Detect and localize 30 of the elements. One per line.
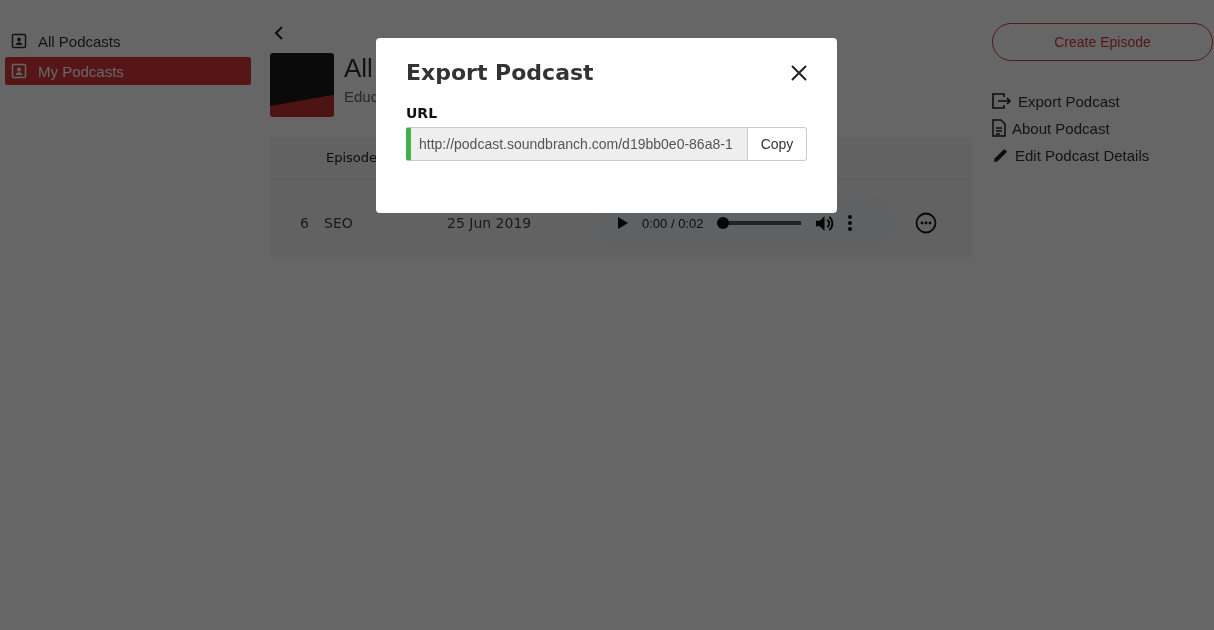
podcast-cover-picture xyxy=(270,53,334,117)
volume-icon[interactable] xyxy=(815,214,835,232)
export-icon xyxy=(992,93,1012,109)
create-episode-button[interactable]: Create Episode xyxy=(992,23,1213,61)
field-label: URL xyxy=(406,105,439,121)
progress-thumb[interactable] xyxy=(717,217,730,229)
sidebar-item[interactable]: All Podcasts xyxy=(5,27,251,55)
contact-icon xyxy=(11,33,27,49)
copy-button[interactable]: Copy xyxy=(748,127,807,161)
episode-number: 6 xyxy=(300,215,310,231)
action-link[interactable]: Edit Podcast Details xyxy=(992,145,1213,165)
column-header: Episode xyxy=(326,150,378,165)
episode-title: SEO xyxy=(324,215,354,231)
episode-date: 25 Jun 2019 xyxy=(447,215,533,231)
playback-time: 0:00 / 0:02 xyxy=(642,215,704,231)
play-icon[interactable] xyxy=(618,217,628,229)
action-link[interactable]: Export Podcast xyxy=(992,91,1213,111)
kebab-menu-icon[interactable] xyxy=(848,215,853,231)
document-icon xyxy=(992,119,1006,137)
close-icon[interactable] xyxy=(791,64,807,81)
podcast-title: All xyxy=(344,53,374,84)
more-options-icon[interactable] xyxy=(915,212,937,234)
action-link[interactable]: About Podcast xyxy=(992,118,1213,138)
contact-icon xyxy=(11,63,27,79)
back-chevron-icon[interactable] xyxy=(274,26,284,40)
url-field[interactable]: http://podcast.soundbranch.com/d19bb0e0-86a8-1 xyxy=(406,127,748,161)
podcast-description: Educ xyxy=(344,88,379,105)
dialog-title: Export Podcast xyxy=(406,60,594,85)
pencil-icon xyxy=(992,146,1009,164)
sidebar-item[interactable]: My Podcasts xyxy=(5,57,251,85)
